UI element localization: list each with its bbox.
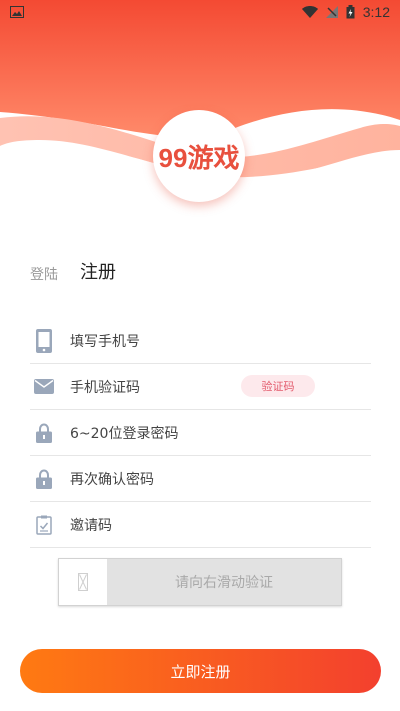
status-time: 3:12 <box>362 4 390 20</box>
invite-code-placeholder: 邀请码 <box>70 517 112 534</box>
slide-verify-track[interactable]: 请向右滑动验证 <box>58 558 342 606</box>
phone-icon <box>30 328 58 353</box>
password-placeholder: 6~20位登录密码 <box>70 425 179 442</box>
wifi-icon <box>301 6 318 18</box>
register-form: 填写手机号 手机验证码 验证码 6~20位登录密码 再次确认密码 邀请码 <box>30 318 371 548</box>
image-icon <box>10 6 24 18</box>
status-bar: 3:12 <box>0 0 400 24</box>
invite-code-field[interactable]: 邀请码 <box>30 502 371 548</box>
auth-tabs: 登陆 注册 <box>30 258 116 284</box>
clipboard-check-icon <box>30 515 58 535</box>
register-submit-button[interactable]: 立即注册 <box>20 649 381 693</box>
sms-code-field[interactable]: 手机验证码 验证码 <box>30 364 371 410</box>
tab-login[interactable]: 登陆 <box>30 264 58 284</box>
envelope-icon <box>30 379 58 394</box>
lock-icon <box>30 468 58 489</box>
confirm-password-placeholder: 再次确认密码 <box>70 471 154 488</box>
lock-icon <box>30 422 58 443</box>
phone-placeholder: 填写手机号 <box>70 333 140 350</box>
password-field[interactable]: 6~20位登录密码 <box>30 410 371 456</box>
confirm-password-field[interactable]: 再次确认密码 <box>30 456 371 502</box>
phone-field[interactable]: 填写手机号 <box>30 318 371 364</box>
app-logo: 99游戏 <box>153 110 245 202</box>
logo-text: 99游戏 <box>158 142 240 173</box>
slide-verify-handle[interactable] <box>59 559 107 605</box>
tab-register[interactable]: 注册 <box>80 258 116 284</box>
get-code-button[interactable]: 验证码 <box>241 375 315 397</box>
battery-charging-icon <box>346 5 355 19</box>
slide-verify-label: 请向右滑动验证 <box>175 575 273 591</box>
hourglass-icon <box>78 573 88 591</box>
sms-code-placeholder: 手机验证码 <box>70 379 140 396</box>
signal-icon <box>325 6 338 18</box>
